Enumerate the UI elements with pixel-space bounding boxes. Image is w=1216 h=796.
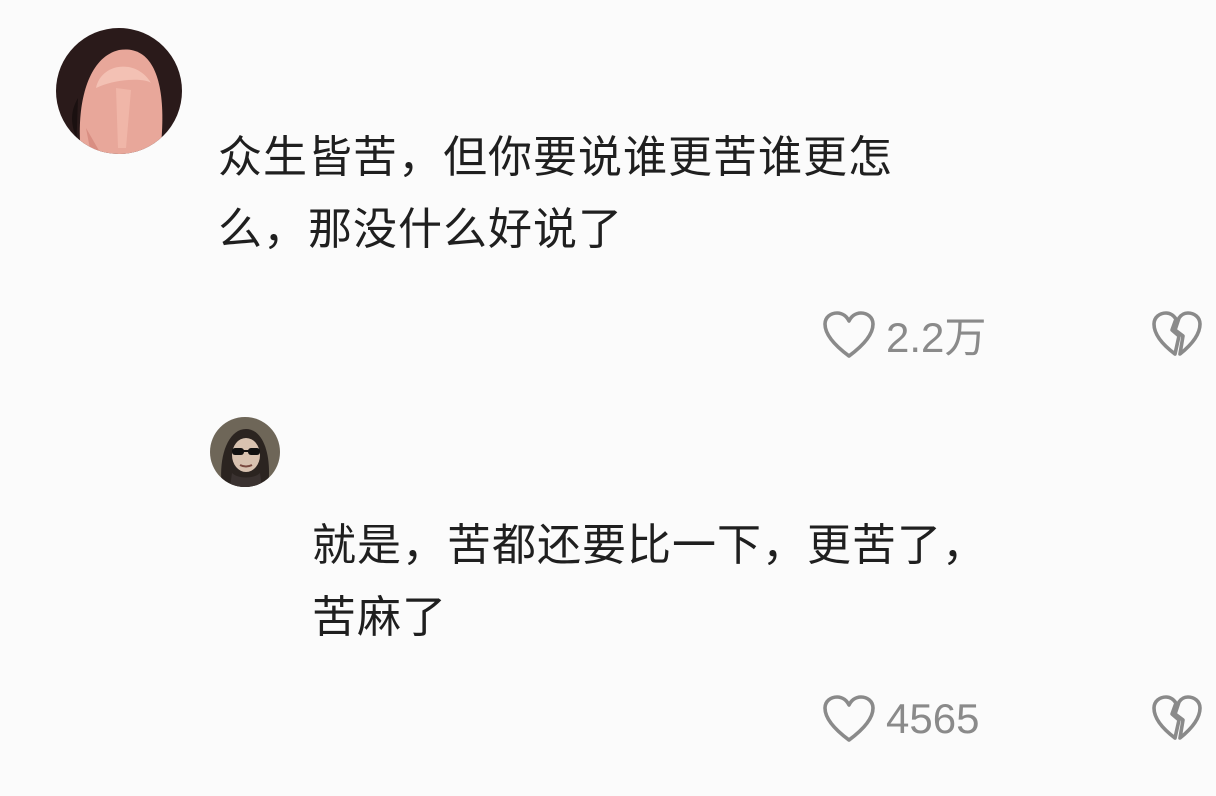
reply-actions: 4565	[822, 694, 1203, 744]
like-count: 4565	[886, 695, 980, 742]
comment-text: 众生皆苦，但你要说谁更苦谁更怎 么，那没什么好说了	[218, 122, 1138, 266]
dislike-button[interactable]	[1151, 694, 1203, 744]
reply-text: 就是，苦都还要比一下，更苦了， 苦麻了	[312, 510, 1182, 654]
like-count: 2.2万	[886, 314, 987, 361]
reply-commenter-avatar[interactable]	[210, 417, 280, 487]
comment-text-line: 众生皆苦，但你要说谁更苦谁更怎	[218, 132, 893, 183]
reply-text-line: 苦麻了	[312, 592, 447, 643]
sunglasses-portrait-avatar-icon	[210, 417, 280, 487]
dislike-button[interactable]	[1151, 310, 1203, 360]
broken-heart-icon	[1152, 695, 1202, 740]
like-button[interactable]: 4565	[822, 694, 1046, 744]
broken-heart-icon	[1152, 310, 1202, 356]
like-button[interactable]: 2.2万	[822, 304, 1046, 365]
reply-text-line: 就是，苦都还要比一下，更苦了，	[312, 520, 987, 571]
commenter-avatar[interactable]	[56, 28, 182, 154]
heart-outline-icon	[823, 695, 875, 742]
comment-actions: 2.2万	[822, 304, 1203, 365]
pink-haired-anime-avatar-icon	[56, 28, 182, 154]
comment-text-line: 么，那没什么好说了	[218, 204, 623, 255]
heart-outline-icon	[823, 310, 875, 358]
